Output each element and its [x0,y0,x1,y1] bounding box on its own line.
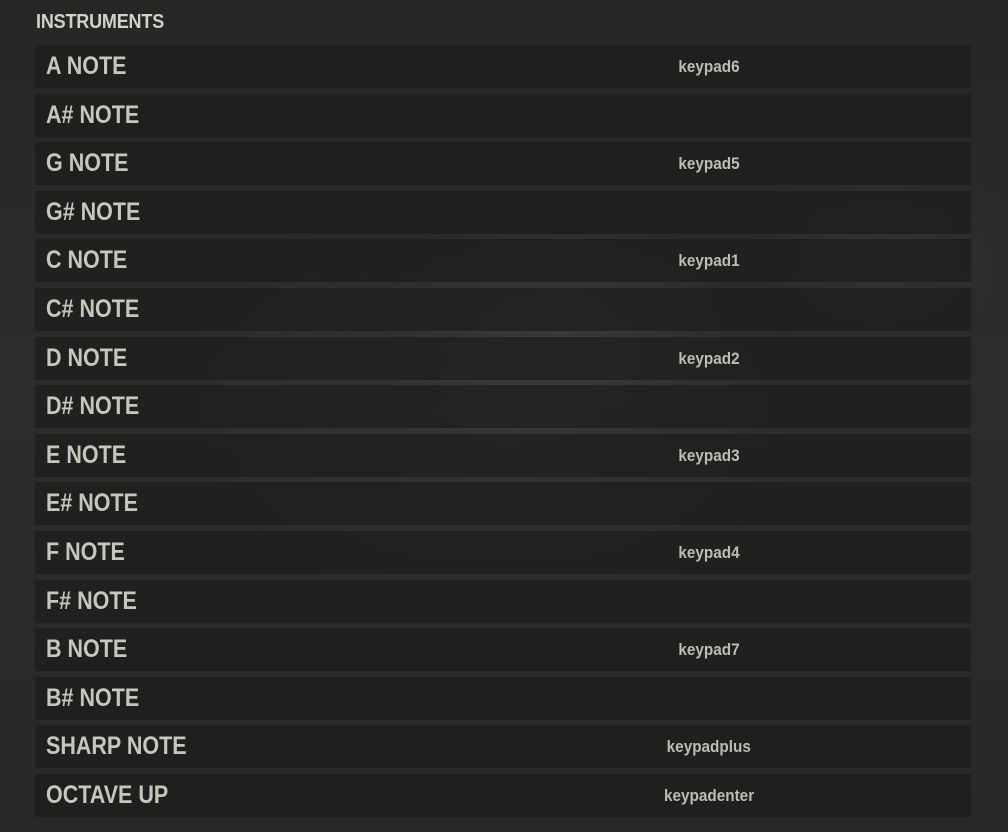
keybind-row-d-note[interactable]: D NOTE keypad2 [35,336,971,380]
keybind-action-label: F NOTE [46,537,125,566]
keybind-key-label: keypad2 [678,348,740,368]
keybind-action-label: F# NOTE [46,586,137,615]
keybind-row-g-sharp-note[interactable]: G# NOTE [35,190,971,234]
keybind-action-label: E NOTE [46,440,127,469]
keybind-row-b-note[interactable]: B NOTE keypad7 [35,628,971,672]
keybind-row-e-sharp-note[interactable]: E# NOTE [35,482,971,526]
keybind-action-label: A NOTE [46,52,127,80]
keybind-key-label: keypad3 [678,445,740,465]
keybind-action-label: C NOTE [46,246,128,275]
keybind-key-label: keypad4 [678,542,740,562]
keybind-key-label: keypadplus [666,737,752,757]
keybind-row-c-sharp-note[interactable]: C# NOTE [35,287,971,331]
keybind-action-label: E# NOTE [46,489,139,518]
keybind-row-e-note[interactable]: E NOTE keypad3 [35,433,971,477]
keybind-action-label: B NOTE [46,635,128,664]
keybind-action-label: D NOTE [46,343,128,372]
section-title: INSTRUMENTS [36,11,165,33]
keybind-action-label: B# NOTE [46,683,140,712]
keybind-list: A NOTE keypad6 A# NOTE G NOTE keypad5 G#… [35,45,971,817]
keybind-row-d-sharp-note[interactable]: D# NOTE [35,385,971,429]
keybind-row-octave-up[interactable]: OCTAVE UP keypadenter [35,773,971,817]
keybind-action-label: G# NOTE [46,197,141,226]
keybind-key-label: keypad5 [678,154,740,174]
keybind-row-g-note[interactable]: G NOTE keypad5 [35,142,971,186]
keybind-action-label: C# NOTE [46,294,140,323]
keybind-row-f-sharp-note[interactable]: F# NOTE [35,579,971,623]
keybind-action-label: D# NOTE [46,392,140,421]
keybind-action-label: SHARP NOTE [46,732,187,761]
keybind-row-a-note[interactable]: A NOTE keypad6 [35,45,971,88]
keybind-key-label: keypad7 [678,640,740,660]
keybind-row-b-sharp-note[interactable]: B# NOTE [35,676,971,720]
keybind-row-f-note[interactable]: F NOTE keypad4 [35,530,971,574]
keybind-action-label: G NOTE [46,149,129,178]
keybind-action-label: OCTAVE UP [46,780,169,809]
keybind-key-label: keypad6 [678,57,740,76]
keybind-row-a-sharp-note[interactable]: A# NOTE [35,93,971,137]
keybind-key-label: keypad1 [678,251,740,271]
keybind-action-label: A# NOTE [46,100,140,129]
keybind-row-c-note[interactable]: C NOTE keypad1 [35,239,971,283]
keybind-row-sharp-note[interactable]: SHARP NOTE keypadplus [35,725,971,769]
keybind-key-label: keypadenter [663,785,755,805]
